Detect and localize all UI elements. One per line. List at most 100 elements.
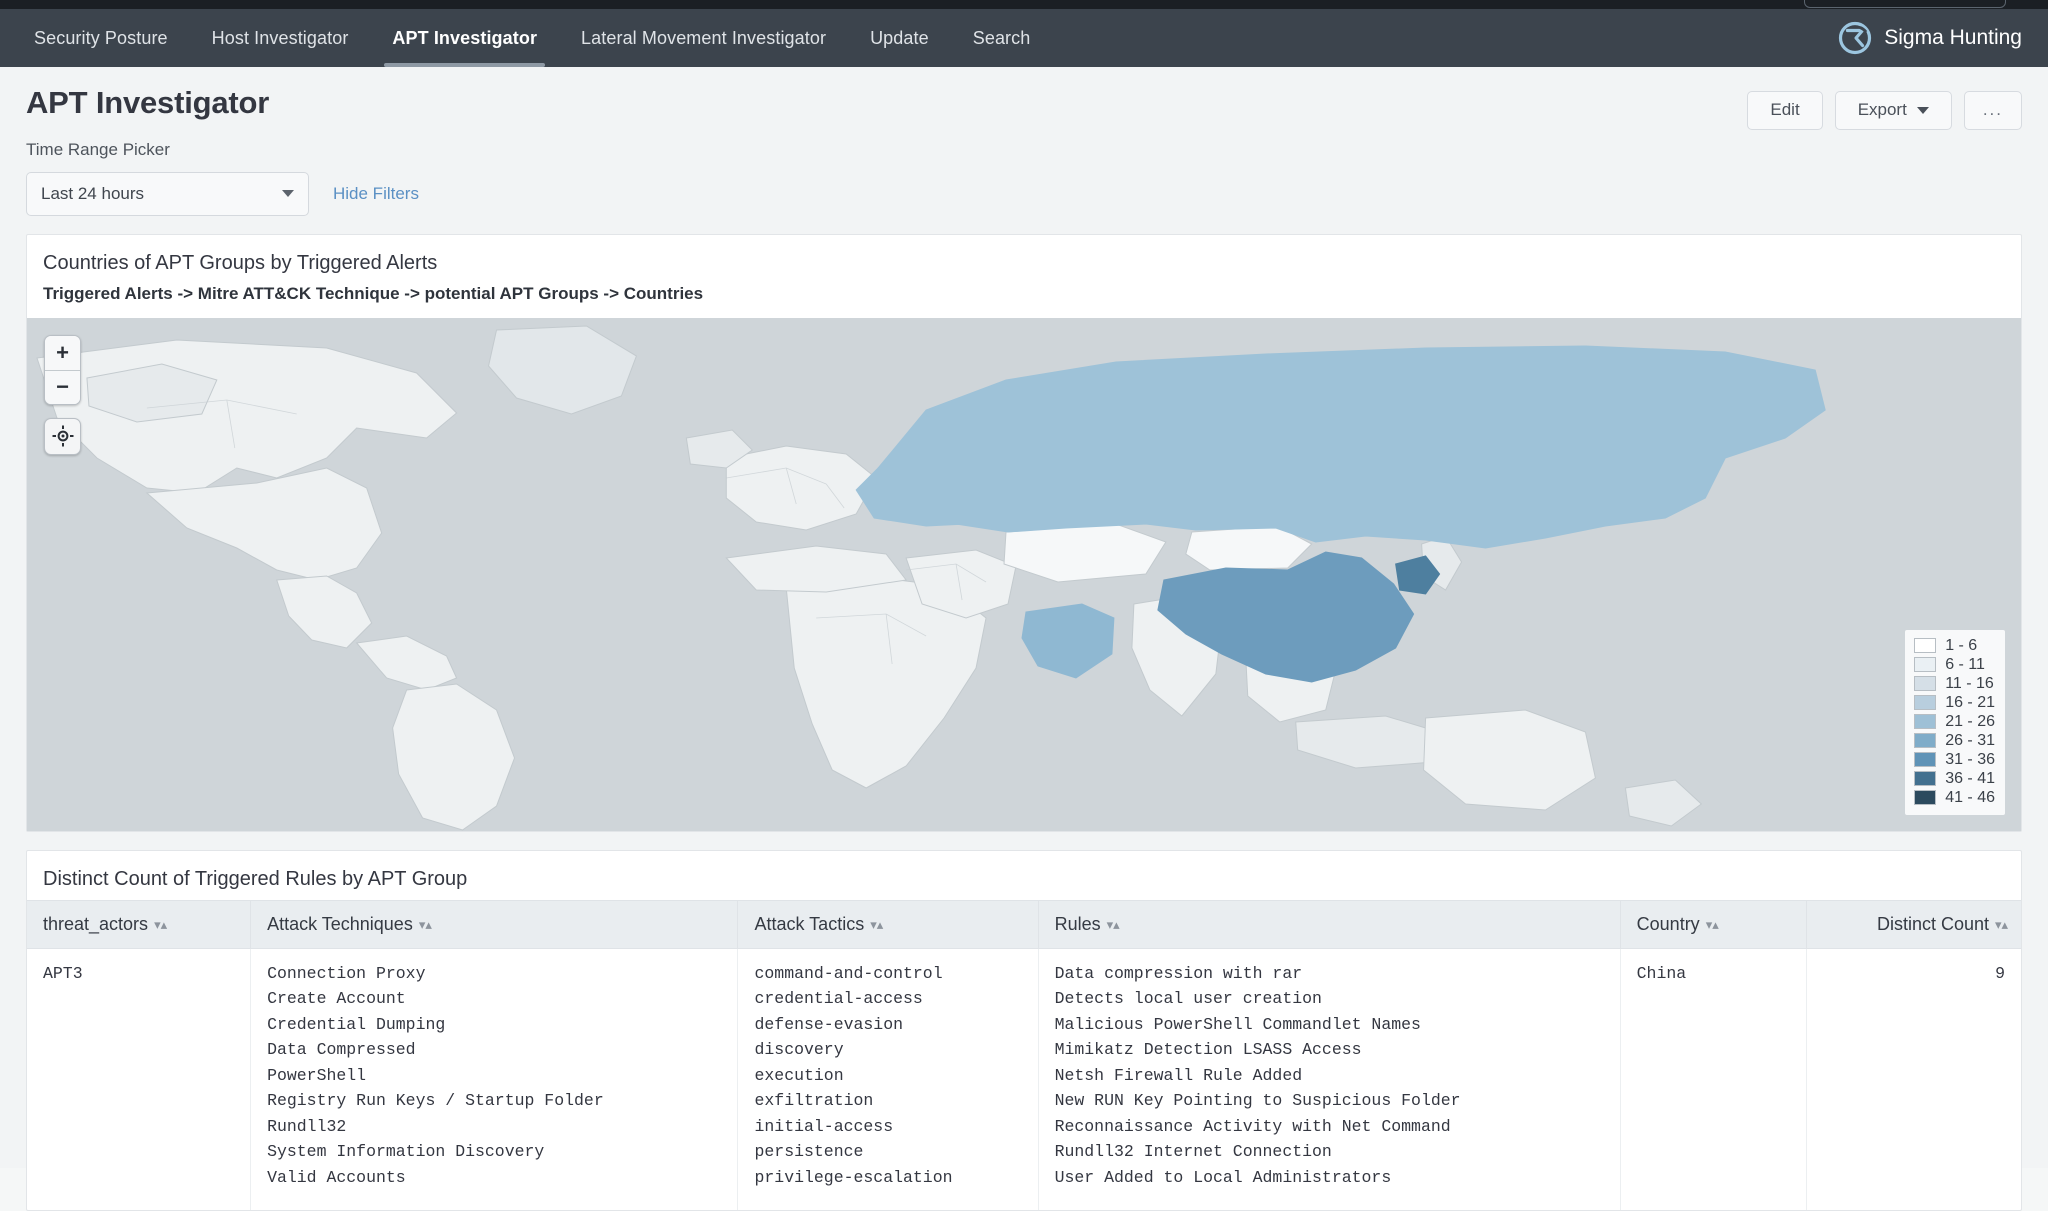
- browser-chrome-strip: [0, 0, 2048, 9]
- nav-item-label: Host Investigator: [211, 27, 349, 48]
- nav-item-label: Update: [870, 27, 929, 48]
- cell-distinct-count: 9: [1805, 948, 2021, 1211]
- nav-item-label: Search: [972, 27, 1031, 48]
- table-row[interactable]: APT3 Connection Proxy Create Account Crede…: [27, 948, 2021, 1211]
- legend-item: 21 - 26: [1914, 713, 1995, 731]
- legend-item: 11 - 16: [1914, 675, 1995, 693]
- cell-line: New RUN Key Pointing to Suspicious Folde…: [1054, 1091, 1461, 1111]
- page-header: APT Investigator Edit Export ...: [0, 67, 2048, 130]
- column-header-threat-actors[interactable]: threat_actors ▾▴: [27, 899, 251, 949]
- table-panel: Distinct Count of Triggered Rules by APT…: [26, 849, 2022, 1211]
- cell-line: Create Account: [267, 989, 406, 1009]
- cell-line: User Added to Local Administrators: [1054, 1167, 1392, 1187]
- cell-line: exfiltration: [754, 1091, 874, 1111]
- cell-line: 9: [1995, 963, 2005, 983]
- legend-label: 1 - 6: [1945, 636, 1978, 654]
- cell-line: Data compression with rar: [1054, 963, 1303, 983]
- legend-item: 1 - 6: [1914, 637, 1995, 655]
- legend-swatch: [1914, 733, 1937, 749]
- legend-swatch: [1914, 714, 1937, 730]
- edit-button-label: Edit: [1770, 100, 1800, 119]
- legend-label: 6 - 11: [1945, 655, 1985, 673]
- column-header-attack-tactics[interactable]: Attack Tactics ▾▴: [737, 899, 1039, 949]
- world-map-svg: [27, 317, 2021, 831]
- column-label: threat_actors: [43, 913, 149, 934]
- column-label: Distinct Count: [1876, 913, 1989, 934]
- more-options-button[interactable]: ...: [1963, 91, 2022, 130]
- cell-line: Rundll32: [267, 1116, 347, 1136]
- time-range-picker[interactable]: Last 24 hours: [26, 171, 309, 216]
- map-legend: 1 - 6 6 - 11 11 - 16 16 - 21 21 - 26 26 …: [1905, 629, 2005, 815]
- nav-item-security-posture[interactable]: Security Posture: [12, 9, 190, 67]
- column-header-country[interactable]: Country ▾▴: [1619, 899, 1807, 949]
- cell-line: Credential Dumping: [267, 1014, 446, 1034]
- column-header-rules[interactable]: Rules ▾▴: [1037, 899, 1621, 949]
- filter-row: Last 24 hours Hide Filters: [0, 160, 2048, 216]
- nav-item-label: Security Posture: [34, 27, 168, 48]
- export-button[interactable]: Export: [1834, 91, 1952, 130]
- nav-item-apt-investigator[interactable]: APT Investigator: [370, 9, 559, 67]
- legend-label: 11 - 16: [1945, 674, 1994, 692]
- legend-label: 31 - 36: [1945, 750, 1995, 768]
- legend-item: 16 - 21: [1914, 694, 1995, 712]
- nav-items: Security Posture Host Investigator APT I…: [0, 9, 1052, 67]
- cell-line: Registry Run Keys / Startup Folder: [267, 1091, 604, 1111]
- world-map[interactable]: + − 1 - 6 6 - 11 11 - 16 16 - 21 21 - 26…: [27, 317, 2021, 831]
- brand: Sigma Hunting: [1838, 9, 2048, 67]
- legend-swatch: [1914, 771, 1937, 787]
- nav-item-host-investigator[interactable]: Host Investigator: [190, 9, 371, 67]
- browser-address-pill: [1804, 0, 2006, 8]
- column-header-attack-techniques[interactable]: Attack Techniques ▾▴: [250, 899, 738, 949]
- cell-line: credential-access: [754, 989, 923, 1009]
- cell-country: China: [1619, 948, 1807, 1211]
- legend-label: 26 - 31: [1945, 731, 1995, 749]
- nav-item-search[interactable]: Search: [951, 9, 1053, 67]
- map-zoom-out-button[interactable]: −: [45, 369, 80, 404]
- sort-icon: ▾▴: [1995, 916, 2009, 932]
- column-label: Rules: [1054, 913, 1101, 934]
- map-zoom-in-button[interactable]: +: [45, 335, 80, 370]
- cell-line: defense-evasion: [754, 1014, 904, 1034]
- column-label: Attack Tactics: [754, 913, 865, 934]
- cell-line: China: [1636, 963, 1687, 983]
- map-panel-subtitle: Triggered Alerts -> Mitre ATT&CK Techniq…: [43, 283, 704, 303]
- apt-group-table: threat_actors ▾▴ Attack Techniques ▾▴ Atta…: [27, 899, 2021, 1211]
- table-header-row: threat_actors ▾▴ Attack Techniques ▾▴ Atta…: [27, 899, 2021, 949]
- cell-attack-techniques: Connection Proxy Create Account Credential…: [250, 948, 738, 1211]
- legend-swatch: [1914, 676, 1937, 692]
- column-header-distinct-count[interactable]: Distinct Count ▾▴: [1805, 899, 2021, 949]
- page-title: APT Investigator: [26, 85, 270, 120]
- sort-icon: ▾▴: [418, 916, 432, 932]
- cell-line: Reconnaissance Activity with Net Command: [1054, 1116, 1451, 1136]
- sort-icon: ▾▴: [870, 916, 884, 932]
- cell-line: discovery: [754, 1040, 844, 1060]
- legend-swatch: [1914, 752, 1937, 768]
- legend-label: 16 - 21: [1945, 693, 1995, 711]
- export-button-label: Export: [1857, 100, 1907, 119]
- edit-button[interactable]: Edit: [1747, 91, 1823, 130]
- hide-filters-link[interactable]: Hide Filters: [333, 184, 419, 204]
- legend-swatch: [1914, 638, 1937, 654]
- legend-label: 41 - 46: [1945, 788, 1995, 806]
- locate-icon: [52, 425, 73, 447]
- column-label: Country: [1636, 913, 1700, 934]
- table-panel-title: Distinct Count of Triggered Rules by APT…: [43, 867, 468, 890]
- time-range-value: Last 24 hours: [41, 183, 145, 203]
- nav-item-label: APT Investigator: [392, 27, 538, 48]
- cell-line: execution: [754, 1065, 844, 1085]
- sigma-logo-icon: [1839, 21, 1872, 55]
- cell-line: PowerShell: [267, 1065, 367, 1085]
- map-panel: Countries of APT Groups by Triggered Ale…: [26, 233, 2022, 832]
- cell-line: privilege-escalation: [754, 1167, 953, 1187]
- page-header-actions: Edit Export ...: [1747, 85, 2022, 130]
- legend-swatch: [1914, 695, 1937, 711]
- nav-item-update[interactable]: Update: [848, 9, 951, 67]
- nav-item-lateral-movement-investigator[interactable]: Lateral Movement Investigator: [559, 9, 848, 67]
- map-locate-button[interactable]: [44, 417, 81, 455]
- brand-label: Sigma Hunting: [1884, 26, 2022, 49]
- page-body: APT Investigator Edit Export ... Time Ra…: [0, 67, 2048, 1211]
- sort-icon: ▾▴: [1106, 916, 1120, 932]
- cell-line: Valid Accounts: [267, 1167, 406, 1187]
- cell-line: Rundll32 Internet Connection: [1054, 1142, 1332, 1162]
- legend-item: 31 - 36: [1914, 751, 1995, 769]
